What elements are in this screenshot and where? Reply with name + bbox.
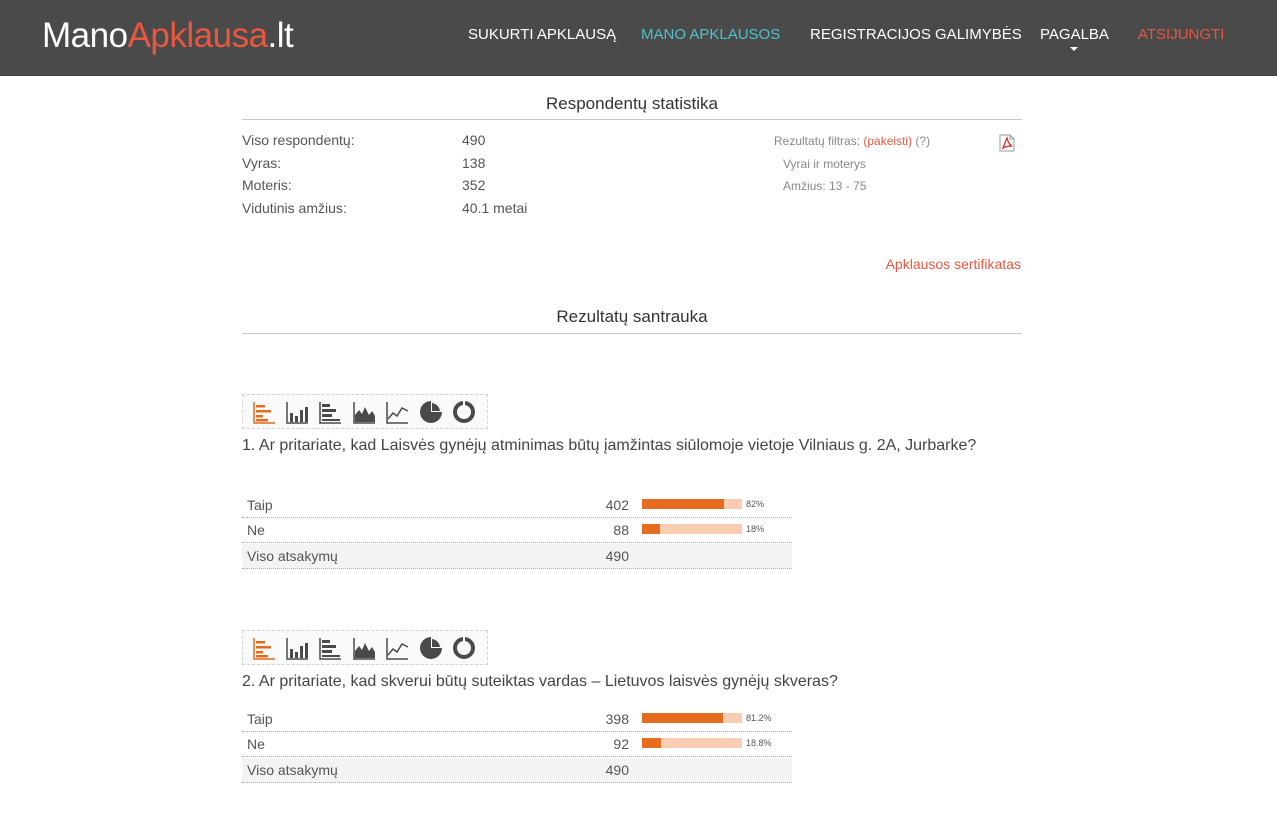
answer-label: Taip xyxy=(247,711,273,727)
answer-label: Ne xyxy=(247,522,265,538)
question-2-text: 2. Ar pritariate, kad skverui būtų sutei… xyxy=(242,673,838,690)
stacked-bar-icon[interactable] xyxy=(317,635,343,661)
total-answers-count: 490 xyxy=(605,762,629,778)
answer-percent: 82% xyxy=(746,499,765,509)
stat-male-value: 138 xyxy=(462,155,486,171)
answer-bar xyxy=(642,738,742,748)
divider xyxy=(242,119,1022,120)
answer-row: Taip 398 81.2% xyxy=(242,707,792,732)
nav-help[interactable]: PAGALBA xyxy=(1040,26,1109,51)
stat-average-age-value: 40.1 metai xyxy=(462,200,528,216)
pdf-icon[interactable] xyxy=(999,134,1015,152)
stat-female-value: 352 xyxy=(462,177,486,193)
vertical-bar-icon[interactable] xyxy=(284,635,310,661)
answer-count: 402 xyxy=(605,497,629,513)
answer-count: 398 xyxy=(605,711,629,727)
answer-row: Ne 88 18% xyxy=(242,518,792,543)
donut-chart-icon[interactable] xyxy=(451,399,477,425)
answer-bar xyxy=(642,713,742,723)
answer-percent: 18.8% xyxy=(746,738,772,748)
stat-total-value: 490 xyxy=(462,132,486,148)
nav-registration-options[interactable]: REGISTRACIJOS GALIMYBĖS xyxy=(810,26,1022,44)
answer-bar-fill xyxy=(642,499,724,509)
answer-percent: 18% xyxy=(746,524,765,534)
answer-bar xyxy=(642,499,742,509)
answer-row: Taip 402 82% xyxy=(242,493,792,518)
change-filter-link[interactable]: (pakeisti) xyxy=(863,134,912,148)
vertical-bar-icon[interactable] xyxy=(284,399,310,425)
filter-gender-value: Vyrai ir moterys xyxy=(783,157,866,171)
answer-row: Ne 92 18.8% xyxy=(242,732,792,757)
chart-type-toolbar xyxy=(242,394,488,429)
area-chart-icon[interactable] xyxy=(351,399,377,425)
divider xyxy=(242,333,1022,334)
filter-help-link[interactable]: (?) xyxy=(915,134,930,148)
top-navigation-bar: ManoApklausa.lt SUKURTI APKLAUSĄ MANO AP… xyxy=(0,0,1277,76)
stat-total-label: Viso respondentų: xyxy=(242,132,355,148)
results-filter-label: Rezultatų filtras: xyxy=(774,134,861,148)
nav-help-label: PAGALBA xyxy=(1040,26,1109,43)
line-chart-icon[interactable] xyxy=(384,399,410,425)
answer-count: 88 xyxy=(613,522,629,538)
nav-my-surveys[interactable]: MANO APKLAUSOS xyxy=(641,26,780,44)
respondent-statistics-title: Respondentų statistika xyxy=(546,94,718,113)
answer-bar xyxy=(642,524,742,534)
question-1-text: 1. Ar pritariate, kad Laisvės gynėjų atm… xyxy=(242,437,977,454)
nav-create-survey[interactable]: SUKURTI APKLAUSĄ xyxy=(468,26,616,44)
total-answers-label: Viso atsakymų xyxy=(247,548,338,564)
answer-percent: 81.2% xyxy=(746,713,772,723)
total-answers-row: Viso atsakymų 490 xyxy=(242,758,792,783)
stat-average-age-label: Vidutinis amžius: xyxy=(242,200,347,216)
site-logo[interactable]: ManoApklausa.lt xyxy=(42,16,294,56)
answer-bar-fill xyxy=(642,713,724,723)
nav-logout[interactable]: ATSIJUNGTI xyxy=(1138,26,1224,44)
stacked-bar-icon[interactable] xyxy=(317,399,343,425)
answer-bar-fill xyxy=(642,738,661,748)
pie-chart-icon[interactable] xyxy=(418,399,444,425)
total-answers-row: Viso atsakymų 490 xyxy=(242,544,792,569)
horizontal-bar-icon[interactable] xyxy=(251,635,277,661)
area-chart-icon[interactable] xyxy=(351,635,377,661)
line-chart-icon[interactable] xyxy=(384,635,410,661)
pie-chart-icon[interactable] xyxy=(418,635,444,661)
filter-age-value: Amžius: 13 - 75 xyxy=(783,179,867,193)
results-summary-title: Rezultatų santrauka xyxy=(556,307,708,326)
answer-bar-fill xyxy=(642,524,660,534)
stat-male-label: Vyras: xyxy=(242,155,282,171)
results-filter: Rezultatų filtras: (pakeisti) (?) xyxy=(774,134,930,148)
horizontal-bar-icon[interactable] xyxy=(251,399,277,425)
answer-label: Ne xyxy=(247,736,265,752)
answer-count: 92 xyxy=(613,736,629,752)
caret-down-icon xyxy=(1070,47,1079,51)
survey-certificate-link[interactable]: Apklausos sertifikatas xyxy=(886,256,1021,272)
total-answers-count: 490 xyxy=(605,548,629,564)
donut-chart-icon[interactable] xyxy=(451,635,477,661)
total-answers-label: Viso atsakymų xyxy=(247,762,338,778)
chart-type-toolbar xyxy=(242,630,488,665)
answer-label: Taip xyxy=(247,497,273,513)
stat-female-label: Moteris: xyxy=(242,177,292,193)
